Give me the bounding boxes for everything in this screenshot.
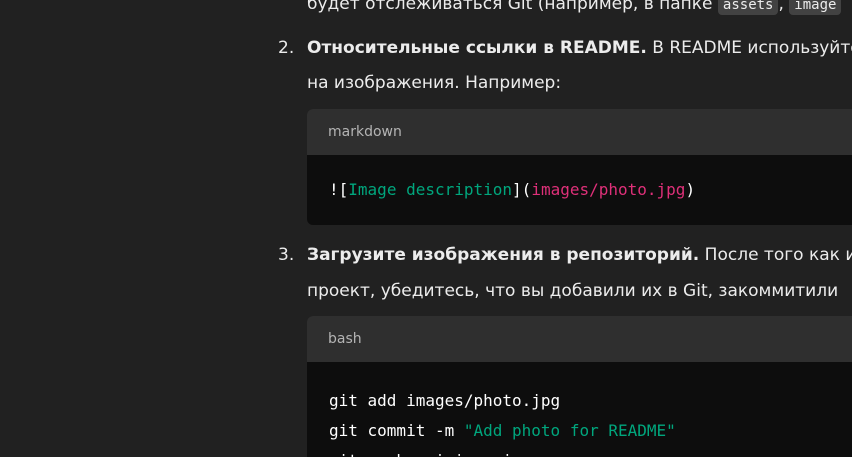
code-block-content: git add images/photo.jpg git commit -m "A… [307, 362, 852, 457]
code-token-bang: ! [329, 180, 339, 199]
inline-code-images: image [789, 0, 842, 15]
code-token-mid: ]( [512, 180, 532, 199]
code-string: "Add photo for README" [463, 421, 676, 440]
item2-bold: Относительные ссылки в README. [307, 38, 647, 58]
code-token-alt: Image description [348, 180, 513, 199]
code-block-markdown: markdown ![Image description](images/pho… [307, 109, 852, 225]
item3-text: После того как из [699, 245, 852, 265]
list-number-3: 3. [278, 245, 295, 265]
list-item-3-line-2: проект, убедитесь, что вы добавили их в … [307, 281, 839, 301]
list-item-1-tail: будет отслеживаться Git (например, в пап… [307, 0, 842, 15]
inline-code-assets: assets [717, 0, 779, 15]
chat-page: будет отслеживаться Git (например, в пап… [0, 0, 852, 457]
code-line-3: git push origin main [329, 446, 852, 457]
code-cmd: git commit -m [329, 421, 464, 440]
code-block-content: ![Image description](images/photo.jpg) [307, 155, 852, 201]
item1-sep: , [778, 0, 784, 14]
code-line-1: git add images/photo.jpg [329, 391, 561, 410]
code-token-close: ) [685, 180, 696, 199]
code-block-bash: bash git add images/photo.jpg git commit … [307, 316, 852, 457]
item3-bold: Загрузите изображения в репозиторий. [307, 245, 700, 265]
list-number-2: 2. [278, 38, 295, 58]
item2-text: В README используйте [646, 38, 852, 58]
code-token-bracket: [ [338, 180, 349, 199]
code-line-2: git commit -m "Add photo for README" [329, 416, 852, 446]
list-item-2-line-2: на изображения. Например: [307, 73, 562, 93]
list-item-2-line-1: Относительные ссылки в README. В README … [307, 38, 852, 58]
code-block-language: markdown [307, 109, 852, 155]
code-block-language: bash [307, 316, 852, 362]
item1-text: будет отслеживаться Git (например, в пап… [307, 0, 718, 14]
list-item-3-line-1: Загрузите изображения в репозиторий. Пос… [307, 245, 852, 265]
code-token-path: images/photo.jpg [531, 180, 686, 199]
